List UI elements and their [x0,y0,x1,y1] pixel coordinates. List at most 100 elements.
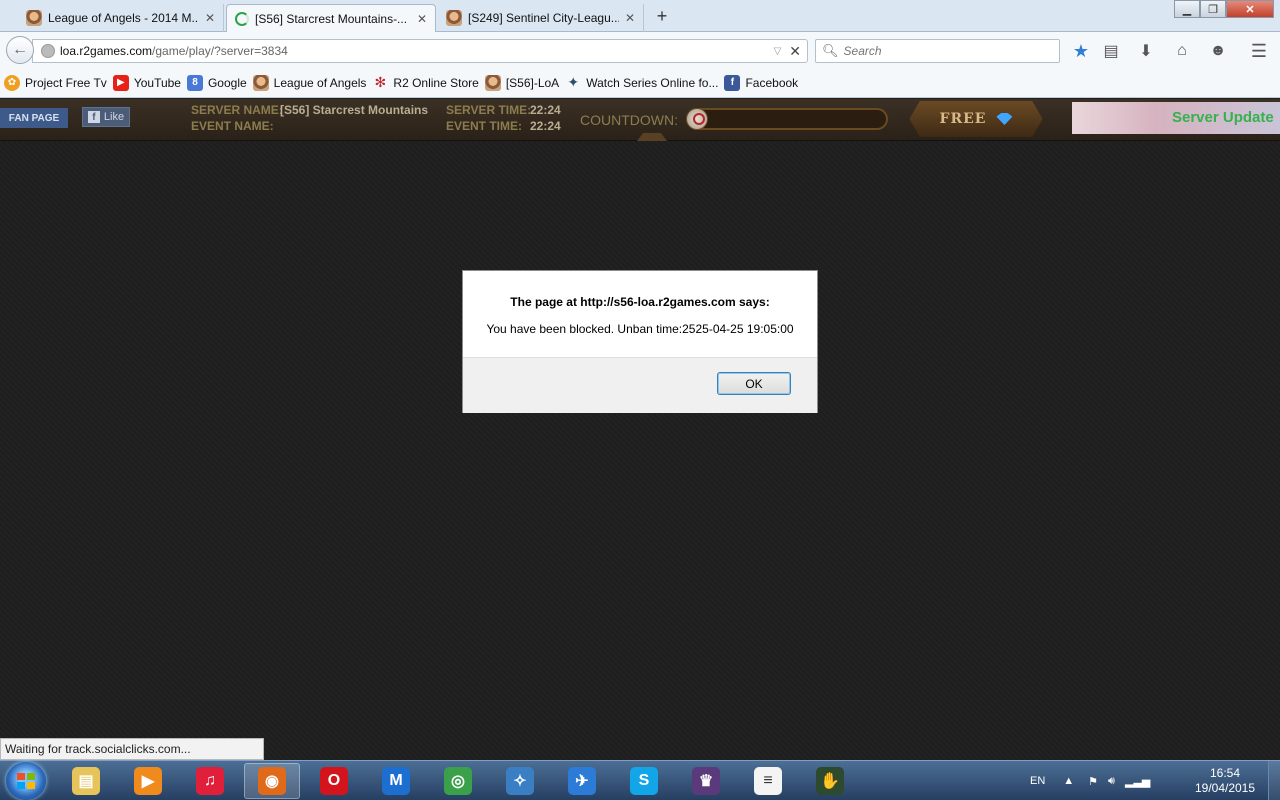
skype-icon: S [630,767,658,795]
itunes-icon: ♫ [196,767,224,795]
status-bar: Waiting for track.socialclicks.com... [0,738,264,760]
search-icon: 🔍︎ [822,43,839,58]
facebook-like-button[interactable]: f Like [82,107,130,127]
taskbar-maxthon-button[interactable]: M [368,763,424,799]
server-time-label: SERVER TIME: [446,103,532,117]
bookmark-facebook[interactable]: f Facebook [724,74,798,91]
chrome-icon: ◎ [444,767,472,795]
fan-page-button[interactable]: FAN PAGE [0,108,68,128]
taskbar-firefox-button[interactable]: ◉ [244,763,300,799]
new-tab-button[interactable]: + [648,4,676,28]
taskbar-thunderbird-button[interactable]: ✈ [554,763,610,799]
bookmarks-toolbar: ✿ Project Free Tv ▶ YouTube 8 Google League… [0,68,1280,98]
tab-title: League of Angels - 2014 M... [48,11,199,25]
event-name-label: EVENT NAME: [191,119,274,133]
taskbar-media-player-button[interactable]: ▶ [120,763,176,799]
loa-icon [484,74,501,91]
bookmark-r2-online-store[interactable]: ✻ R2 Online Store [372,74,479,91]
event-time-value: 22:24 [530,119,561,133]
loa-favicon-icon [26,10,42,26]
stop-loading-icon[interactable]: ✕ [789,43,801,60]
facebook-icon: f [87,111,100,123]
tab-league-of-angels[interactable]: League of Angels - 2014 M... ✕ [18,4,224,32]
bookmark-star-icon[interactable]: ★ [1069,39,1093,63]
url-bar[interactable]: loa.r2games.com/game/play/?server=3834 ▽… [32,39,808,63]
menu-icon[interactable]: ☰ [1247,39,1271,63]
youtube-icon: ▶ [112,74,129,91]
navigation-toolbar: loa.r2games.com/game/play/?server=3834 ▽… [0,32,1280,68]
url-history-dropdown-icon[interactable]: ▽ [774,46,782,57]
bookmark-s56-loa[interactable]: [S56]-LoA [484,74,559,91]
clock-time: 16:54 [1209,766,1241,780]
bookmark-watch-series[interactable]: ✦ Watch Series Online fo... [565,74,718,91]
bookmark-league-of-angels[interactable]: League of Angels [252,74,366,91]
loading-spinner-icon [235,11,249,26]
url-text[interactable]: loa.r2games.com/game/play/?server=3834 [60,44,774,58]
show-desktop-button[interactable] [1268,761,1280,800]
search-bar[interactable]: 🔍︎ [815,39,1060,63]
taskbar-second-life-button[interactable]: ✋ [802,763,858,799]
windows-logo-icon [17,773,35,789]
network-signal-icon[interactable]: ▂▃▅ [1125,775,1150,788]
taskbar-skype-button[interactable]: S [616,763,672,799]
thunderbird-icon: ✈ [568,767,596,795]
search-input[interactable] [843,44,1044,58]
free-diamonds-button[interactable]: FREE [909,101,1043,137]
reading-list-icon[interactable]: ▤ [1099,39,1123,63]
action-center-flag-icon[interactable]: ⚑ [1088,775,1098,788]
browser-tab-strip: League of Angels - 2014 M... ✕ [S56] Sta… [0,0,1280,32]
alert-dialog: The page at http://s56-loa.r2games.com s… [462,270,818,413]
downloads-icon[interactable]: ⬇ [1134,39,1158,63]
minimize-button[interactable]: ▁ [1174,0,1200,18]
chat-icon[interactable]: ☻ [1206,39,1230,63]
dialog-message: You have been blocked. Unban time:2525-0… [486,322,794,336]
taskbar-itunes-button[interactable]: ♫ [182,763,238,799]
tab-sentinel-city[interactable]: [S249] Sentinel City-Leagu... ✕ [438,4,644,32]
notepad-icon: ≡ [754,767,782,795]
back-button[interactable]: ← [6,36,34,64]
diamond-icon [996,113,1013,125]
taskbar-chrome-button[interactable]: ◎ [430,763,486,799]
home-icon[interactable]: ⌂ [1170,39,1194,63]
taskbar-notepad-button[interactable]: ≡ [740,763,796,799]
tab-close-icon[interactable]: ✕ [205,11,215,25]
firefox-icon: ◉ [258,767,286,795]
site-identity-icon[interactable] [41,44,55,58]
tab-close-icon[interactable]: ✕ [417,12,427,26]
server-name-value: [S56] Starcrest Mountains [280,103,429,117]
explorer-icon: ▤ [72,767,100,795]
taskbar-opera-button[interactable]: O [306,763,362,799]
back-arrow-icon: ← [12,41,28,58]
tab-title: [S249] Sentinel City-Leagu... [468,11,619,25]
countdown-label: COUNTDOWN: [580,112,678,128]
r2-icon: ✻ [374,74,387,90]
volume-icon[interactable]: 🔊︎ [1108,775,1115,788]
start-button[interactable] [6,762,46,800]
bookmark-project-free-tv[interactable]: ✿ Project Free Tv [4,74,107,91]
show-hidden-icons-icon[interactable]: ▲ [1063,775,1074,787]
server-update-banner[interactable]: Server Update [1072,102,1280,134]
bookmark-youtube[interactable]: ▶ YouTube [112,74,181,91]
taskbar-explorer-button[interactable]: ▤ [58,763,114,799]
watchseries-icon: ✦ [567,74,580,90]
facebook-icon: f [724,74,741,91]
system-clock[interactable]: 16:54 19/04/2015 [1190,766,1260,796]
countdown-icon [686,108,708,130]
ok-button[interactable]: OK [717,372,791,395]
opera-icon: O [320,767,348,795]
language-indicator[interactable]: EN [1030,775,1045,787]
restore-button[interactable]: ❐ [1200,0,1226,18]
game-client-icon: ♛ [692,767,720,795]
bookmark-google[interactable]: 8 Google [186,74,247,91]
game-canvas-area[interactable] [0,141,1280,760]
taskbar-safari-button[interactable]: ✧ [492,763,548,799]
close-window-button[interactable]: ✕ [1226,0,1274,18]
server-time-value: 22:24 [530,103,561,117]
second-life-icon: ✋ [816,767,844,795]
tab-starcrest-mountains[interactable]: [S56] Starcrest Mountains-... ✕ [226,4,436,32]
windows-taskbar: ▤ ▶ ♫ ◉ O M ◎ ✧ ✈ S ♛ ≡ ✋ EN ▲ ⚑ 🔊︎ ▂▃▅ 16:54 19/04/… [0,760,1280,800]
tab-close-icon[interactable]: ✕ [625,11,635,25]
clock-date: 19/04/2015 [1194,781,1256,795]
taskbar-game-client-button[interactable]: ♛ [678,763,734,799]
game-header-bar: FAN PAGE f Like SERVER NAME: [S56] Starcr… [0,99,1280,141]
